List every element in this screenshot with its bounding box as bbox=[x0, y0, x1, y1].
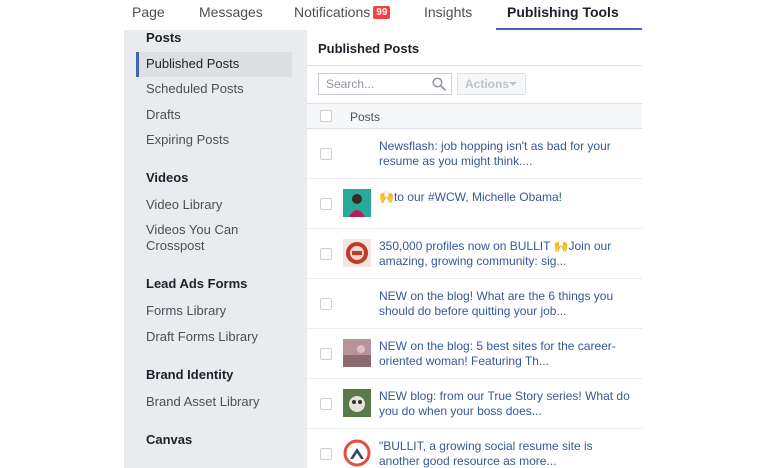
tab-page[interactable]: Page bbox=[132, 4, 165, 20]
row-checkbox[interactable] bbox=[320, 398, 332, 410]
row-checkbox[interactable] bbox=[320, 198, 332, 210]
search-box bbox=[318, 73, 452, 95]
post-thumbnail bbox=[343, 189, 371, 217]
bullit-logo-icon bbox=[343, 439, 371, 467]
post-thumbnail bbox=[343, 389, 371, 417]
post-link[interactable]: NEW on the blog! What are the 6 things y… bbox=[379, 289, 634, 319]
sidebar-item-videos-crosspost[interactable]: Videos You Can Crosspost bbox=[146, 222, 256, 254]
title-divider bbox=[307, 65, 642, 66]
post-link[interactable]: Newsflash: job hopping isn't as bad for … bbox=[379, 139, 634, 169]
post-link[interactable]: "BULLIT, a growing social resume site is… bbox=[379, 439, 634, 468]
row-checkbox[interactable] bbox=[320, 248, 332, 260]
sidebar-item-video-library[interactable]: Video Library bbox=[146, 197, 222, 213]
tab-notifications[interactable]: Notifications 99 bbox=[294, 4, 391, 20]
sidebar-item-draft-forms-library[interactable]: Draft Forms Library bbox=[146, 329, 258, 345]
sidebar-heading-canvas[interactable]: Canvas bbox=[146, 432, 192, 447]
tab-notifications-label: Notifications bbox=[294, 4, 371, 20]
sidebar-item-expiring-posts[interactable]: Expiring Posts bbox=[146, 132, 229, 148]
sidebar-heading-videos: Videos bbox=[146, 170, 189, 185]
panel-title: Published Posts bbox=[318, 41, 420, 56]
actions-dropdown[interactable]: Actions bbox=[457, 73, 526, 95]
table-header: Posts bbox=[307, 103, 642, 129]
sidebar-item-published-posts[interactable]: Published Posts bbox=[146, 56, 239, 72]
sidebar-heading-brand-identity: Brand Identity bbox=[146, 367, 234, 382]
sidebar-item-scheduled-posts[interactable]: Scheduled Posts bbox=[146, 81, 244, 97]
sidebar-item-forms-library[interactable]: Forms Library bbox=[146, 303, 226, 319]
notification-count-badge: 99 bbox=[373, 6, 391, 19]
row-checkbox[interactable] bbox=[320, 148, 332, 160]
table-row[interactable]: NEW on the blog: 5 best sites for the ca… bbox=[307, 329, 642, 379]
post-link[interactable]: 🙌to our #WCW, Michelle Obama! bbox=[379, 190, 634, 205]
table-row[interactable]: 350,000 profiles now on BULLIT 🙌Join our… bbox=[307, 229, 642, 279]
top-nav: Page Messages Notifications 99 Insights P… bbox=[0, 0, 768, 31]
row-checkbox[interactable] bbox=[320, 298, 332, 310]
sidebar-heading-posts: Posts bbox=[146, 30, 182, 45]
table-row[interactable]: Newsflash: job hopping isn't as bad for … bbox=[307, 129, 642, 179]
post-link[interactable]: NEW on the blog: 5 best sites for the ca… bbox=[379, 339, 634, 369]
sidebar: Posts Published Posts Scheduled Posts Dr… bbox=[124, 30, 307, 468]
post-link[interactable]: NEW blog: from our True Story series! Wh… bbox=[379, 389, 634, 419]
table-row[interactable]: NEW blog: from our True Story series! Wh… bbox=[307, 379, 642, 429]
tab-publishing-tools[interactable]: Publishing Tools bbox=[507, 4, 619, 20]
search-icon[interactable] bbox=[432, 77, 446, 91]
sidebar-heading-lead-ads-forms: Lead Ads Forms bbox=[146, 276, 248, 291]
post-thumbnail bbox=[343, 339, 371, 367]
row-checkbox[interactable] bbox=[320, 348, 332, 360]
table-row[interactable]: NEW on the blog! What are the 6 things y… bbox=[307, 279, 642, 329]
row-checkbox[interactable] bbox=[320, 448, 332, 460]
select-all-checkbox[interactable] bbox=[320, 110, 332, 122]
sidebar-item-drafts[interactable]: Drafts bbox=[146, 107, 181, 123]
tab-insights[interactable]: Insights bbox=[424, 4, 472, 20]
column-header-posts: Posts bbox=[350, 110, 381, 124]
post-thumbnail bbox=[343, 239, 371, 267]
search-input[interactable] bbox=[319, 74, 429, 94]
chevron-down-icon bbox=[509, 82, 517, 86]
published-posts-panel: Published Posts Actions Posts Newsflash:… bbox=[307, 30, 642, 468]
sidebar-item-brand-asset-library[interactable]: Brand Asset Library bbox=[146, 394, 259, 410]
post-link[interactable]: 350,000 profiles now on BULLIT 🙌Join our… bbox=[379, 239, 634, 269]
tab-messages[interactable]: Messages bbox=[199, 4, 263, 20]
table-row[interactable]: 🙌to our #WCW, Michelle Obama! bbox=[307, 179, 642, 229]
actions-label: Actions bbox=[465, 77, 510, 91]
sidebar-active-bar bbox=[136, 52, 139, 77]
table-row[interactable]: "BULLIT, a growing social resume site is… bbox=[307, 429, 642, 468]
